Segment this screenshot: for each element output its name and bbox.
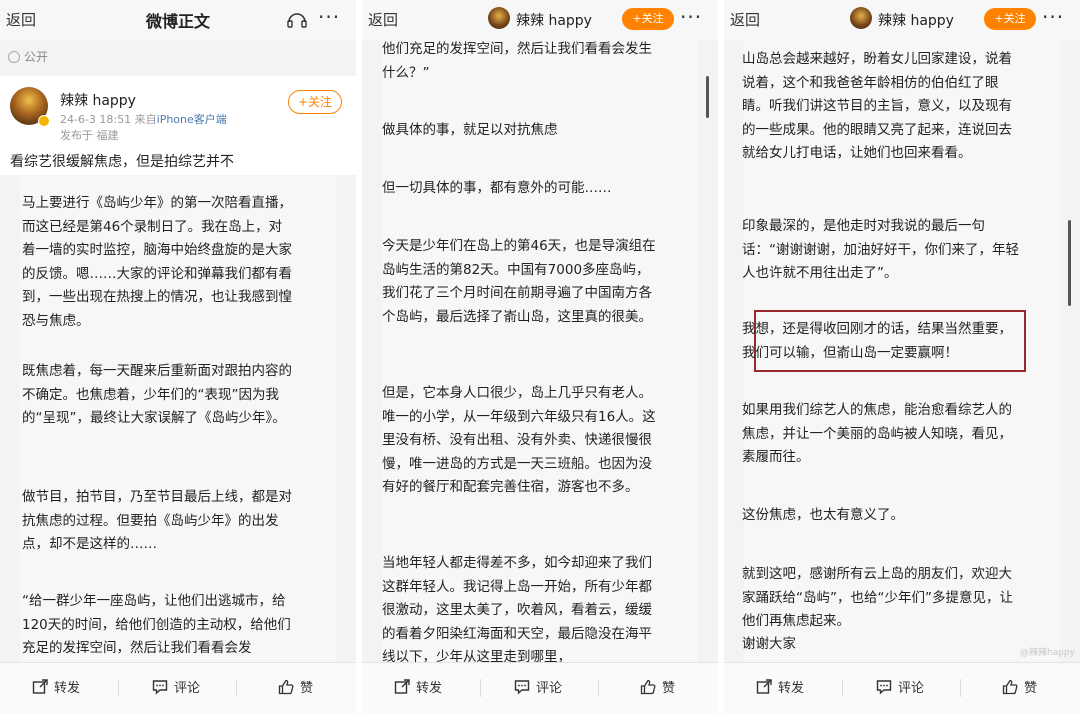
repost-icon (32, 679, 48, 694)
article-paragraph: 当地年轻人都走得差不多，如今却迎来了我们这群年轻人。我记得上岛一开始，所有少年都… (382, 555, 652, 665)
action-bar: 转发 评论 赞 (362, 662, 718, 714)
from-prefix: 来自 (134, 113, 157, 126)
thumbs-up-icon (640, 679, 656, 695)
article-paragraph: 做具体的事，就足以对抗焦虑 (382, 122, 558, 138)
more-options-icon[interactable]: ··· (680, 5, 702, 29)
repost-button[interactable]: 转发 (756, 677, 804, 696)
repost-button[interactable]: 转发 (32, 677, 80, 696)
article-paragraph: 山岛总会越来越好，盼着女儿回家建设，说着说着，这个和我爸爸年龄相仿的伯伯红了眼睛… (742, 51, 1012, 161)
thumbs-up-icon (1002, 679, 1018, 695)
article-paragraph: 他们充足的发挥空间，然后让我们看看会发生什么？” (382, 41, 652, 81)
comment-icon (514, 680, 530, 695)
article-paragraph: 谢谢大家 (742, 636, 796, 652)
article-paragraph: 印象最深的，是他走时对我说的最后一句话：“谢谢谢谢，加油好好干，你们来了，年轻人… (742, 218, 1019, 281)
article-paragraph: 但一切具体的事，都有意外的可能…… (382, 180, 612, 196)
comment-icon (152, 680, 168, 695)
article-paragraph: “给一群少年一座岛屿，让他们出逃城市，给120天的时间，给他们创造的主动权，给他… (22, 593, 291, 656)
comment-icon (876, 680, 892, 695)
follow-button[interactable]: +关注 (288, 90, 342, 114)
thumbs-up-icon (278, 679, 294, 695)
top-nav-bar: 返回 辣辣 happy +关注 ··· (362, 0, 718, 40)
follow-button[interactable]: +关注 (984, 8, 1036, 30)
like-button[interactable]: 赞 (640, 677, 675, 696)
like-button[interactable]: 赞 (278, 677, 313, 696)
more-options-icon[interactable]: ··· (318, 5, 340, 29)
article-paragraph: 做节目，拍节目，乃至节目最后上线，都是对抗焦虑的过程。但要拍《岛屿少年》的出发点… (22, 489, 292, 552)
top-nav-bar: 返回 辣辣 happy +关注 ··· (724, 0, 1080, 40)
article-paragraph: 就到这吧，感谢所有云上岛的朋友们，欢迎大家踊跃给“岛屿”，也给“少年们”多提意见… (742, 566, 1013, 629)
globe-icon (8, 51, 20, 63)
watermark: @辣辣happy (1020, 648, 1075, 658)
scrollbar[interactable] (1068, 220, 1071, 306)
article-paragraph: 如果用我们综艺人的焦虑，能治愈看综艺人的焦虑，并让一个美丽的岛屿被人知晓，看见，… (742, 402, 1012, 465)
repost-button[interactable]: 转发 (394, 677, 442, 696)
article-paragraph: 马上要进行《岛屿少年》的第一次陪看直播，而这已经是第46个录制日了。我在岛上，对… (22, 195, 292, 329)
avatar[interactable] (850, 7, 872, 29)
divider (842, 679, 843, 697)
top-nav-bar: 返回 微博正文 ··· (0, 0, 356, 40)
highlighted-paragraph: 我想，还是得收回刚才的话，结果当然重要，我们可以输，但嵛山岛一定要赢啊！ (742, 321, 1012, 361)
divider (480, 679, 481, 697)
listen-icon[interactable] (286, 10, 308, 28)
divider (236, 679, 237, 697)
article-paragraph: 这份焦虑，也太有意义了。 (742, 507, 904, 523)
repost-icon (394, 679, 410, 694)
action-bar: 转发 评论 赞 (724, 662, 1080, 714)
post-lead: 看综艺很缓解焦虑，但是拍综艺并不 (0, 145, 356, 175)
like-button[interactable]: 赞 (1002, 677, 1037, 696)
comment-button[interactable]: 评论 (152, 677, 200, 696)
post-location: 发布于 福建 (60, 129, 119, 142)
post-meta: 24-6-3 18:51 来自iPhone客户端 (60, 111, 227, 127)
post-panel-3: 返回 辣辣 happy +关注 ··· 山岛总会越来越好，盼着女儿回家建设，说着… (724, 0, 1080, 714)
article-paragraph: 既焦虑着，每一天醒来后重新面对跟拍内容的不确定。也焦虑着，少年们的“表现”因为我… (22, 363, 292, 426)
author-name[interactable]: 辣辣 happy (60, 90, 136, 110)
back-button[interactable]: 返回 (730, 9, 760, 30)
post-panel-2: 返回 辣辣 happy +关注 ··· 他们充足的发挥空间，然后让我们看看会发生… (362, 0, 718, 714)
lead-text: 看综艺很缓解焦虑，但是拍综艺并不 (10, 154, 234, 170)
follow-button[interactable]: +关注 (622, 8, 674, 30)
post-panel-1: 返回 微博正文 ··· 公开 辣辣 happy 24-6-3 18:51 来自i… (0, 0, 356, 714)
repost-icon (756, 679, 772, 694)
post-time: 24-6-3 18:51 (60, 113, 132, 126)
avatar[interactable] (488, 7, 510, 29)
article-paragraph: 但是，它本身人口很少，岛上几乎只有老人。唯一的小学，从一年级到六年级只有16人。… (382, 385, 656, 495)
verified-badge-icon (38, 115, 50, 127)
divider (960, 679, 961, 697)
more-options-icon[interactable]: ··· (1042, 5, 1064, 29)
visibility-label: 公开 (8, 48, 48, 65)
comment-button[interactable]: 评论 (876, 677, 924, 696)
back-button[interactable]: 返回 (368, 9, 398, 30)
author-name[interactable]: 辣辣 happy (878, 10, 954, 30)
scrollbar[interactable] (706, 76, 709, 118)
comment-button[interactable]: 评论 (514, 677, 562, 696)
article-paragraph: 今天是少年们在岛上的第46天，也是导演组在岛屿生活的第82天。中国有7000多座… (382, 238, 656, 325)
action-bar: 转发 评论 赞 (0, 662, 356, 714)
divider (118, 679, 119, 697)
author-name[interactable]: 辣辣 happy (516, 10, 592, 30)
divider (598, 679, 599, 697)
client-link[interactable]: iPhone客户端 (157, 113, 227, 126)
